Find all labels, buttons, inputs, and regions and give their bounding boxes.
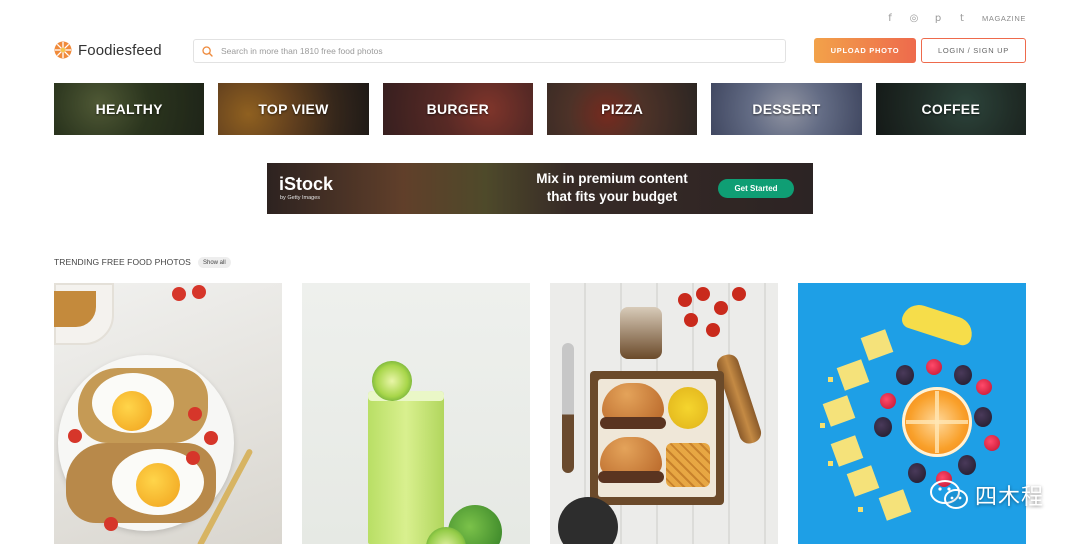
category-coffee[interactable]: COFFEE	[875, 83, 1026, 135]
category-label: DESSERT	[752, 101, 821, 117]
category-pizza[interactable]: PIZZA	[546, 83, 698, 135]
photo-eggs-toast[interactable]	[54, 283, 282, 544]
logo-text: Foodiesfeed	[78, 41, 162, 59]
magazine-link[interactable]: MAGAZINE	[982, 14, 1026, 23]
pinterest-icon[interactable]: p	[932, 12, 944, 24]
photo-lime-juice[interactable]	[302, 283, 530, 544]
category-label: COFFEE	[921, 101, 981, 117]
social-bar: f ◎ p t MAGAZINE	[884, 12, 1026, 24]
category-top-view[interactable]: TOP VIEW	[218, 83, 369, 135]
ad-headline-line2: that fits your budget	[546, 189, 678, 204]
category-label: PIZZA	[601, 101, 644, 117]
category-label: TOP VIEW	[258, 101, 329, 117]
login-signup-button[interactable]: LOGIN / SIGN UP	[921, 38, 1026, 63]
search-bar[interactable]	[193, 39, 786, 63]
category-label: HEALTHY	[95, 101, 163, 117]
photo-grid	[54, 283, 1026, 544]
search-input[interactable]	[221, 46, 761, 56]
category-row: HEALTHY TOP VIEW BURGER PIZZA DESSERT CO…	[54, 83, 1026, 135]
photo-burger-tray[interactable]	[550, 283, 778, 544]
ad-brand-sub: by Getty Images	[280, 195, 321, 201]
ad-brand: iStock	[279, 174, 334, 194]
twitter-icon[interactable]: t	[956, 12, 968, 24]
upload-photo-button[interactable]: UPLOAD PHOTO	[814, 38, 916, 63]
watermark: 四木程	[929, 478, 1044, 512]
category-burger[interactable]: BURGER	[382, 83, 533, 135]
ad-headline-line1: Mix in premium content	[536, 171, 688, 186]
ad-get-started-button[interactable]: Get Started	[718, 179, 794, 198]
show-all-button[interactable]: Show all	[198, 257, 231, 268]
wechat-icon	[929, 480, 968, 509]
logo-icon	[54, 41, 72, 59]
facebook-icon[interactable]: f	[884, 12, 896, 24]
search-icon	[202, 45, 213, 57]
category-healthy[interactable]: HEALTHY	[54, 83, 205, 135]
instagram-icon[interactable]: ◎	[908, 12, 920, 24]
category-label: BURGER	[426, 101, 490, 117]
ad-headline: Mix in premium content that fits your bu…	[517, 170, 707, 206]
logo[interactable]: Foodiesfeed	[54, 41, 162, 59]
watermark-text: 四木程	[974, 485, 1044, 510]
category-dessert[interactable]: DESSERT	[711, 83, 862, 135]
trending-title: TRENDING FREE FOOD PHOTOS	[54, 257, 191, 267]
ad-banner[interactable]: iStock by Getty Images Mix in premium co…	[267, 163, 813, 214]
